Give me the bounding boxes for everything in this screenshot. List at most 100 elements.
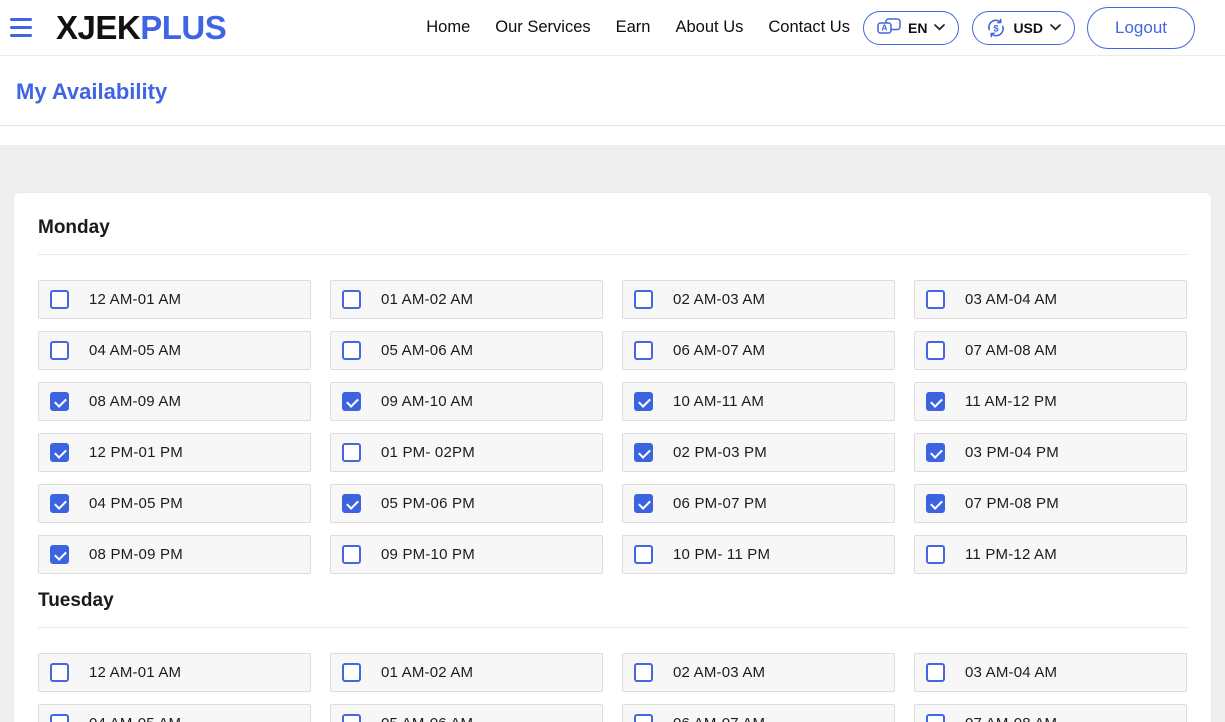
time-slot-card[interactable]: 09 PM-10 PM [330,535,603,574]
slot-checkbox[interactable] [342,443,361,462]
time-slot-card[interactable]: 12 AM-01 AM [38,280,311,319]
slot-checkbox[interactable] [634,290,653,309]
time-slot-card[interactable]: 06 AM-07 AM [622,331,895,370]
language-selector[interactable]: A EN [863,11,959,45]
page-title-bar: My Availability [0,56,1225,126]
slot-label: 05 AM-06 AM [381,342,473,359]
hamburger-menu-icon[interactable] [10,18,32,37]
slot-label: 03 PM-04 PM [965,444,1059,461]
slot-label: 04 AM-05 AM [89,715,181,722]
time-slot-card[interactable]: 01 AM-02 AM [330,280,603,319]
slot-label: 03 AM-04 AM [965,291,1057,308]
slot-label: 08 AM-09 AM [89,393,181,410]
slot-label: 06 AM-07 AM [673,342,765,359]
time-slot-card[interactable]: 02 AM-03 AM [622,653,895,692]
slot-checkbox[interactable] [634,341,653,360]
time-slot-card[interactable]: 06 PM-07 PM [622,484,895,523]
slot-checkbox[interactable] [342,494,361,513]
slot-checkbox[interactable] [50,392,69,411]
time-slot-card[interactable]: 04 AM-05 AM [38,704,311,722]
time-slot-card[interactable]: 07 AM-08 AM [914,704,1187,722]
time-slot-card[interactable]: 04 PM-05 PM [38,484,311,523]
time-slot-card[interactable]: 04 AM-05 AM [38,331,311,370]
time-slot-card[interactable]: 07 AM-08 AM [914,331,1187,370]
slot-checkbox[interactable] [926,545,945,564]
title-bar-spacer [0,126,1225,145]
slot-checkbox[interactable] [634,663,653,682]
slot-checkbox[interactable] [342,341,361,360]
slot-checkbox[interactable] [926,341,945,360]
slot-label: 01 AM-02 AM [381,664,473,681]
time-slot-card[interactable]: 12 PM-01 PM [38,433,311,472]
slot-checkbox[interactable] [342,545,361,564]
slot-label: 09 PM-10 PM [381,546,475,563]
slot-checkbox[interactable] [634,494,653,513]
time-slot-card[interactable]: 12 AM-01 AM [38,653,311,692]
slot-checkbox[interactable] [50,663,69,682]
slot-checkbox[interactable] [50,341,69,360]
nav-item-home[interactable]: Home [426,18,470,37]
slot-checkbox[interactable] [926,392,945,411]
nav-item-our-services[interactable]: Our Services [495,18,590,37]
slot-checkbox[interactable] [926,714,945,722]
slot-grid: 12 AM-01 AM 01 AM-02 AM 02 AM-03 AM 03 A… [38,653,1187,722]
day-section: Monday 12 AM-01 AM 01 AM-02 AM 02 AM-03 … [38,217,1187,574]
time-slot-card[interactable]: 05 PM-06 PM [330,484,603,523]
time-slot-card[interactable]: 11 PM-12 AM [914,535,1187,574]
time-slot-card[interactable]: 06 AM-07 AM [622,704,895,722]
slot-checkbox[interactable] [342,392,361,411]
slot-checkbox[interactable] [342,663,361,682]
time-slot-card[interactable]: 08 AM-09 AM [38,382,311,421]
time-slot-card[interactable]: 03 AM-04 AM [914,653,1187,692]
nav-item-earn[interactable]: Earn [616,18,651,37]
time-slot-card[interactable]: 05 AM-06 AM [330,704,603,722]
slot-checkbox[interactable] [926,290,945,309]
time-slot-card[interactable]: 02 PM-03 PM [622,433,895,472]
day-title: Tuesday [38,590,1187,612]
slot-grid: 12 AM-01 AM 01 AM-02 AM 02 AM-03 AM 03 A… [38,280,1187,574]
currency-exchange-icon: $ [986,18,1006,38]
time-slot-card[interactable]: 02 AM-03 AM [622,280,895,319]
slot-checkbox[interactable] [634,545,653,564]
slot-label: 07 PM-08 PM [965,495,1059,512]
slot-label: 12 PM-01 PM [89,444,183,461]
time-slot-card[interactable]: 08 PM-09 PM [38,535,311,574]
time-slot-card[interactable]: 11 AM-12 PM [914,382,1187,421]
time-slot-card[interactable]: 03 PM-04 PM [914,433,1187,472]
logout-button[interactable]: Logout [1087,7,1195,49]
slot-label: 07 AM-08 AM [965,715,1057,722]
time-slot-card[interactable]: 09 AM-10 AM [330,382,603,421]
brand-logo[interactable]: XJEKPLUS [56,11,226,44]
slot-label: 01 AM-02 AM [381,291,473,308]
time-slot-card[interactable]: 01 AM-02 AM [330,653,603,692]
time-slot-card[interactable]: 03 AM-04 AM [914,280,1187,319]
slot-checkbox[interactable] [926,443,945,462]
slot-checkbox[interactable] [50,290,69,309]
slot-checkbox[interactable] [634,714,653,722]
nav-item-contact-us[interactable]: Contact Us [768,18,850,37]
slot-checkbox[interactable] [50,494,69,513]
slot-checkbox[interactable] [634,392,653,411]
slot-checkbox[interactable] [50,443,69,462]
nav-item-about-us[interactable]: About Us [675,18,743,37]
slot-checkbox[interactable] [50,545,69,564]
time-slot-card[interactable]: 10 AM-11 AM [622,382,895,421]
slot-label: 11 PM-12 AM [965,546,1057,563]
time-slot-card[interactable]: 10 PM- 11 PM [622,535,895,574]
currency-selector[interactable]: $ USD [972,11,1075,45]
slot-checkbox[interactable] [342,290,361,309]
slot-checkbox[interactable] [342,714,361,722]
time-slot-card[interactable]: 07 PM-08 PM [914,484,1187,523]
time-slot-card[interactable]: 05 AM-06 AM [330,331,603,370]
slot-label: 02 AM-03 AM [673,291,765,308]
slot-checkbox[interactable] [634,443,653,462]
slot-checkbox[interactable] [50,714,69,722]
time-slot-card[interactable]: 01 PM- 02PM [330,433,603,472]
slot-label: 02 PM-03 PM [673,444,767,461]
slot-label: 05 AM-06 AM [381,715,473,722]
slot-label: 04 PM-05 PM [89,495,183,512]
slot-label: 03 AM-04 AM [965,664,1057,681]
slot-checkbox[interactable] [926,494,945,513]
slot-checkbox[interactable] [926,663,945,682]
day-title: Monday [38,217,1187,239]
